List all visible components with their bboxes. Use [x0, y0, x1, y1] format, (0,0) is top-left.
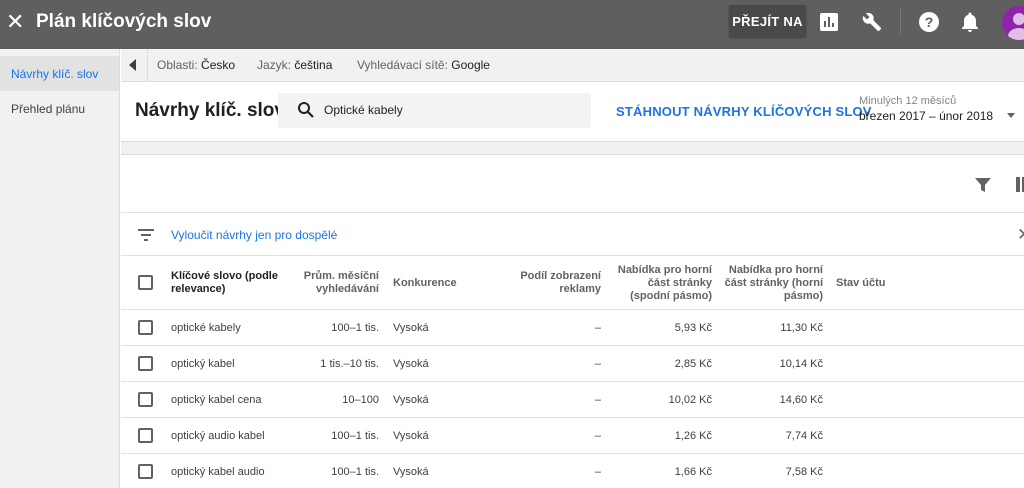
goto-button[interactable]: PŘEJÍT NA [729, 5, 806, 37]
bid-high-cell: 14,60 Kč [779, 394, 823, 406]
table-header: Klíčové slovo (podle relevance) Prům. mě… [121, 256, 1024, 310]
avg-searches-cell: 10–100 [342, 394, 379, 406]
bid-high-cell: 10,14 Kč [779, 358, 823, 370]
filter-value: Česko [201, 58, 236, 72]
column-header-competition[interactable]: Konkurence [393, 277, 457, 290]
filter-funnel-icon[interactable] [975, 177, 991, 193]
close-icon[interactable]: ✕ [1017, 225, 1024, 245]
app-title: Plán klíčových slov [36, 11, 212, 32]
date-range-label: Minulých 12 měsíců [859, 95, 957, 107]
row-checkbox[interactable] [138, 356, 153, 371]
row-checkbox[interactable] [138, 464, 153, 479]
competition-cell: Vysoká [393, 430, 429, 442]
avg-searches-cell: 100–1 tis. [331, 430, 379, 442]
dropdown-caret-icon [1007, 113, 1015, 118]
collapse-sidebar-icon[interactable] [129, 59, 139, 71]
adult-filter-row: Vyloučit návrhy jen pro dospělé ✕ [121, 213, 1024, 256]
bid-low-cell: 1,66 Kč [674, 466, 712, 478]
columns-icon[interactable] [1016, 177, 1024, 192]
competition-cell: Vysoká [393, 358, 429, 370]
column-header-bid-low[interactable]: Nabídka pro horní část stránky (spodní p… [611, 264, 712, 303]
filter-label: Vyhledávací sítě: [357, 58, 448, 72]
bid-high-cell: 7,74 Kč [785, 430, 823, 442]
date-range-value: březen 2017 – únor 2018 [859, 109, 994, 123]
svg-text:?: ? [925, 14, 934, 30]
table-row[interactable]: optické kabely 100–1 tis. Vysoká – 5,93 … [121, 310, 1024, 346]
filter-language[interactable]: Jazyk: čeština [257, 58, 332, 72]
row-checkbox[interactable] [138, 392, 153, 407]
row-checkbox[interactable] [138, 428, 153, 443]
toolbar-divider [900, 8, 901, 35]
sidebar: Návrhy klíč. slov Přehled plánu [0, 49, 120, 488]
column-header-bid-high[interactable]: Nabídka pro horní část stránky (horní pá… [723, 264, 823, 303]
competition-cell: Vysoká [393, 466, 429, 478]
search-input[interactable]: Optické kabely [278, 93, 591, 128]
keyword-cell: optický kabel cena [171, 394, 262, 406]
column-header-keyword[interactable]: Klíčové slovo (podle relevance) [171, 270, 286, 296]
help-icon[interactable]: ? [917, 10, 941, 34]
divider-band [121, 141, 1024, 155]
row-checkbox[interactable] [138, 320, 153, 335]
keyword-cell: optický kabel audio [171, 466, 265, 478]
impression-share-cell: – [594, 322, 601, 334]
column-header-impression-share[interactable]: Podíl zobrazení reklamy [515, 270, 601, 296]
keyword-cell: optické kabely [171, 322, 241, 334]
filter-value: čeština [294, 58, 333, 72]
divider [147, 49, 148, 82]
avg-searches-cell: 100–1 tis. [331, 466, 379, 478]
bar-chart-icon[interactable] [817, 10, 841, 34]
bid-high-cell: 7,58 Kč [785, 466, 823, 478]
impression-share-cell: – [594, 358, 601, 370]
search-value: Optické kabely [324, 103, 403, 117]
avg-searches-cell: 100–1 tis. [331, 322, 379, 334]
filter-list-icon[interactable] [138, 228, 154, 241]
table-row[interactable]: optický audio kabel 100–1 tis. Vysoká – … [121, 418, 1024, 454]
bid-low-cell: 10,02 Kč [668, 394, 712, 406]
bid-low-cell: 2,85 Kč [674, 358, 712, 370]
impression-share-cell: – [594, 466, 601, 478]
column-header-avg-searches[interactable]: Prům. měsíční vyhledávání [301, 270, 379, 296]
filter-locations[interactable]: Oblasti: Česko [157, 58, 235, 72]
sidebar-item-keyword-ideas[interactable]: Návrhy klíč. slov [0, 56, 119, 91]
date-range-selector[interactable]: Minulých 12 měsíců březen 2017 – únor 20… [859, 95, 1015, 123]
bid-low-cell: 1,26 Kč [674, 430, 712, 442]
search-icon [297, 101, 315, 119]
competition-cell: Vysoká [393, 394, 429, 406]
avatar[interactable] [1002, 6, 1024, 40]
download-keyword-ideas-link[interactable]: STÁHNOUT NÁVRHY KLÍČOVÝCH SLOV [616, 104, 872, 119]
exclude-adult-ideas-link[interactable]: Vyloučit návrhy jen pro dospělé [171, 228, 337, 242]
filter-label: Jazyk: [257, 58, 292, 72]
wrench-icon[interactable] [860, 10, 884, 34]
competition-cell: Vysoká [393, 322, 429, 334]
sidebar-item-plan-overview[interactable]: Přehled plánu [0, 91, 119, 126]
close-icon[interactable]: ✕ [6, 10, 24, 34]
bell-icon[interactable] [958, 10, 982, 34]
keyword-cell: optický audio kabel [171, 430, 265, 442]
filter-label: Oblasti: [157, 58, 198, 72]
impression-share-cell: – [594, 394, 601, 406]
filter-strip: Oblasti: Česko Jazyk: čeština Vyhledávac… [121, 49, 1024, 82]
table-tools [121, 155, 1024, 213]
table-row[interactable]: optický kabel 1 tis.–10 tis. Vysoká – 2,… [121, 346, 1024, 382]
impression-share-cell: – [594, 430, 601, 442]
page-title: Návrhy klíč. slov [135, 100, 285, 121]
top-app-bar: ✕ Plán klíčových slov PŘEJÍT NA ? [0, 0, 1024, 49]
select-all-checkbox[interactable] [138, 275, 153, 290]
keyword-cell: optický kabel [171, 358, 235, 370]
table-row[interactable]: optický kabel cena 10–100 Vysoká – 10,02… [121, 382, 1024, 418]
bid-high-cell: 11,30 Kč [780, 322, 823, 334]
avg-searches-cell: 1 tis.–10 tis. [320, 358, 379, 370]
filter-networks[interactable]: Vyhledávací sítě: Google [357, 58, 490, 72]
table-row[interactable]: optický kabel audio 100–1 tis. Vysoká – … [121, 454, 1024, 488]
column-header-account-status[interactable]: Stav účtu [836, 277, 886, 290]
bid-low-cell: 5,93 Kč [674, 322, 712, 334]
filter-value: Google [451, 58, 490, 72]
